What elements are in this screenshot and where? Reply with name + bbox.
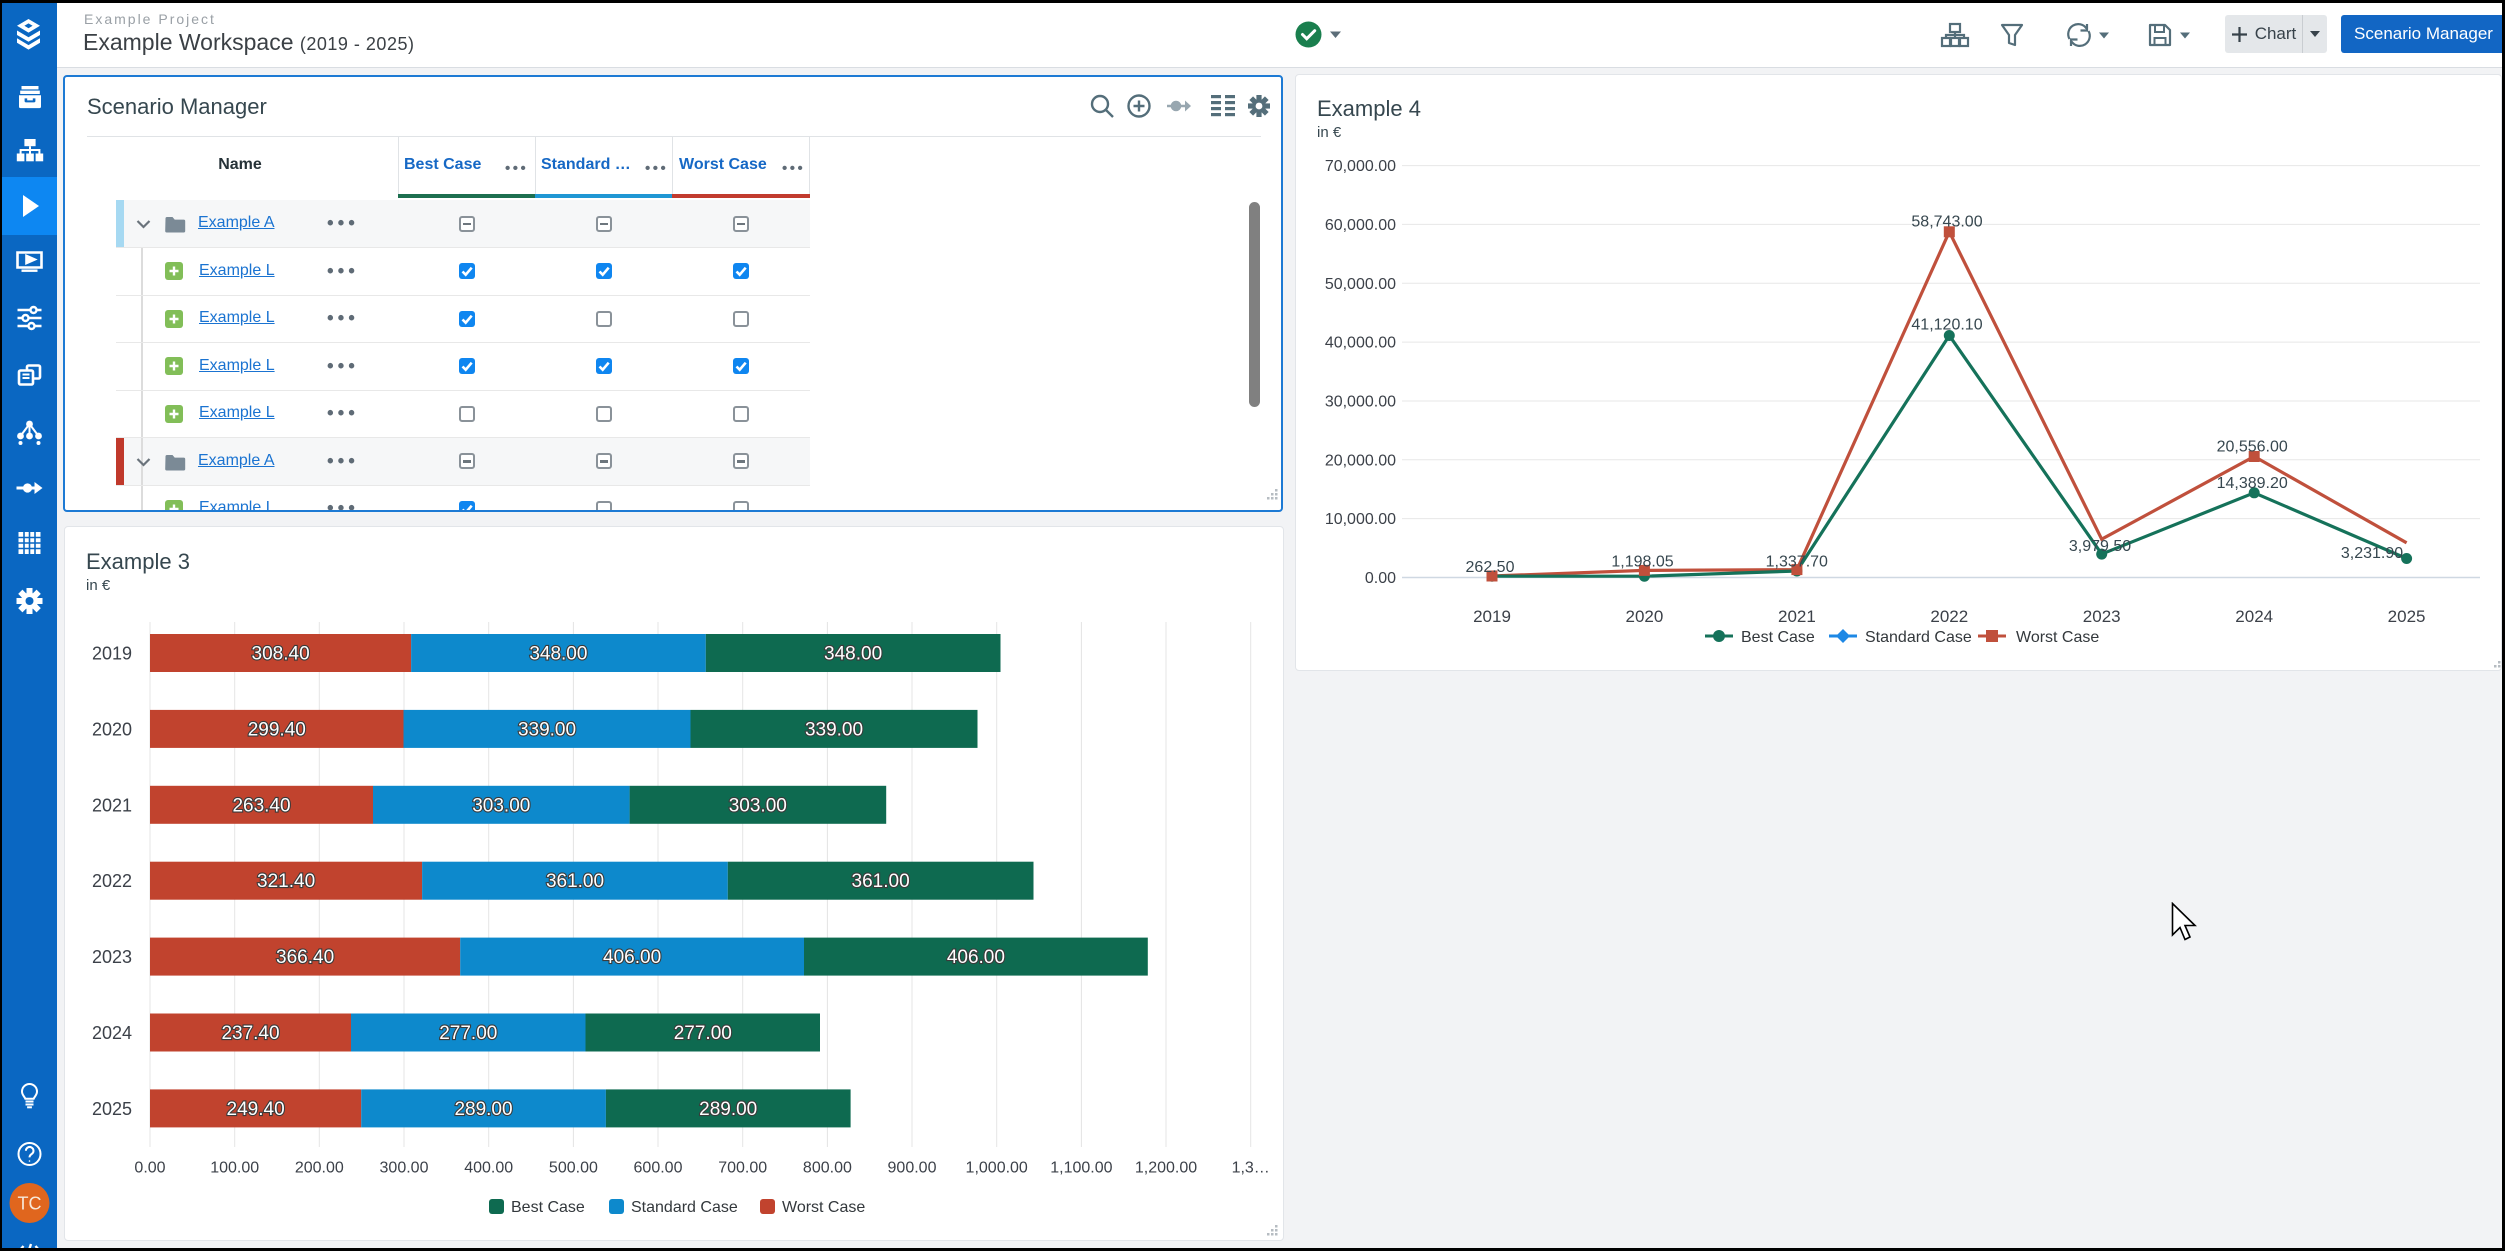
svg-text:339.00: 339.00 bbox=[805, 719, 863, 740]
svg-text:3,231.90: 3,231.90 bbox=[2341, 545, 2403, 562]
svg-text:41,120.10: 41,120.10 bbox=[1911, 317, 1982, 334]
svg-text:Standard Case: Standard Case bbox=[631, 1199, 738, 1216]
svg-text:TC: TC bbox=[18, 1194, 42, 1214]
svg-text:2022: 2022 bbox=[1930, 607, 1968, 626]
svg-text:348.00: 348.00 bbox=[824, 644, 882, 665]
svg-text:70,000.00: 70,000.00 bbox=[1325, 158, 1396, 175]
svg-text:1,100.00: 1,100.00 bbox=[1050, 1160, 1112, 1177]
svg-text:600.00: 600.00 bbox=[634, 1160, 683, 1177]
svg-text:58,743.00: 58,743.00 bbox=[1911, 214, 1982, 231]
svg-text:2023: 2023 bbox=[92, 947, 132, 967]
svg-text:2021: 2021 bbox=[92, 795, 132, 815]
svg-text:100.00: 100.00 bbox=[210, 1160, 259, 1177]
svg-text:2024: 2024 bbox=[92, 1023, 132, 1043]
svg-text:500.00: 500.00 bbox=[549, 1160, 598, 1177]
svg-text:2019: 2019 bbox=[92, 644, 132, 664]
svg-text:Best Case: Best Case bbox=[1741, 629, 1815, 646]
svg-text:700.00: 700.00 bbox=[718, 1160, 767, 1177]
svg-text:339.00: 339.00 bbox=[518, 719, 576, 740]
svg-text:60,000.00: 60,000.00 bbox=[1325, 217, 1396, 234]
svg-text:277.00: 277.00 bbox=[439, 1023, 497, 1044]
svg-text:361.00: 361.00 bbox=[546, 871, 604, 892]
svg-text:2024: 2024 bbox=[2235, 607, 2273, 626]
svg-text:366.40: 366.40 bbox=[276, 947, 334, 968]
svg-text:321.40: 321.40 bbox=[257, 871, 315, 892]
svg-text:2025: 2025 bbox=[92, 1099, 132, 1119]
svg-text:237.40: 237.40 bbox=[221, 1023, 279, 1044]
svg-text:2022: 2022 bbox=[92, 871, 132, 891]
svg-text:0.00: 0.00 bbox=[134, 1160, 165, 1177]
svg-text:289.00: 289.00 bbox=[699, 1099, 757, 1120]
svg-text:263.40: 263.40 bbox=[232, 795, 290, 816]
svg-text:800.00: 800.00 bbox=[803, 1160, 852, 1177]
svg-text:2020: 2020 bbox=[1625, 607, 1663, 626]
svg-text:2025: 2025 bbox=[2388, 607, 2426, 626]
svg-text:400.00: 400.00 bbox=[464, 1160, 513, 1177]
svg-text:1,337.70: 1,337.70 bbox=[1766, 554, 1828, 571]
svg-text:2021: 2021 bbox=[1778, 607, 1816, 626]
svg-text:40,000.00: 40,000.00 bbox=[1325, 335, 1396, 352]
svg-text:Best Case: Best Case bbox=[511, 1199, 585, 1216]
svg-text:249.40: 249.40 bbox=[227, 1099, 285, 1120]
svg-text:900.00: 900.00 bbox=[888, 1160, 937, 1177]
svg-text:1,000.00: 1,000.00 bbox=[966, 1160, 1028, 1177]
svg-text:262.50: 262.50 bbox=[1466, 559, 1515, 576]
svg-text:50,000.00: 50,000.00 bbox=[1325, 276, 1396, 293]
svg-text:3,979.50: 3,979.50 bbox=[2069, 538, 2131, 555]
svg-text:200.00: 200.00 bbox=[295, 1160, 344, 1177]
svg-text:303.00: 303.00 bbox=[729, 795, 787, 816]
svg-text:10,000.00: 10,000.00 bbox=[1325, 511, 1396, 528]
svg-text:14,389.20: 14,389.20 bbox=[2217, 475, 2288, 492]
svg-text:406.00: 406.00 bbox=[603, 947, 661, 968]
svg-text:Standard Case: Standard Case bbox=[1865, 629, 1972, 646]
svg-text:348.00: 348.00 bbox=[529, 644, 587, 665]
svg-text:0.00: 0.00 bbox=[1365, 570, 1396, 587]
svg-text:2023: 2023 bbox=[2083, 607, 2121, 626]
svg-text:299.40: 299.40 bbox=[248, 719, 306, 740]
svg-text:30,000.00: 30,000.00 bbox=[1325, 394, 1396, 411]
svg-text:361.00: 361.00 bbox=[852, 871, 910, 892]
svg-text:Worst Case: Worst Case bbox=[2016, 629, 2099, 646]
svg-text:308.40: 308.40 bbox=[252, 644, 310, 665]
svg-text:1,200.00: 1,200.00 bbox=[1135, 1160, 1197, 1177]
svg-text:300.00: 300.00 bbox=[380, 1160, 429, 1177]
svg-text:289.00: 289.00 bbox=[454, 1099, 512, 1120]
svg-text:277.00: 277.00 bbox=[674, 1023, 732, 1044]
svg-text:2020: 2020 bbox=[92, 719, 132, 739]
svg-text:406.00: 406.00 bbox=[947, 947, 1005, 968]
svg-text:20,000.00: 20,000.00 bbox=[1325, 452, 1396, 469]
svg-text:20,556.00: 20,556.00 bbox=[2217, 438, 2288, 455]
svg-text:Worst Case: Worst Case bbox=[782, 1199, 865, 1216]
svg-text:1,3…: 1,3… bbox=[1232, 1160, 1270, 1177]
svg-text:303.00: 303.00 bbox=[472, 795, 530, 816]
svg-text:2019: 2019 bbox=[1473, 607, 1511, 626]
svg-text:1,198.05: 1,198.05 bbox=[1611, 554, 1673, 571]
